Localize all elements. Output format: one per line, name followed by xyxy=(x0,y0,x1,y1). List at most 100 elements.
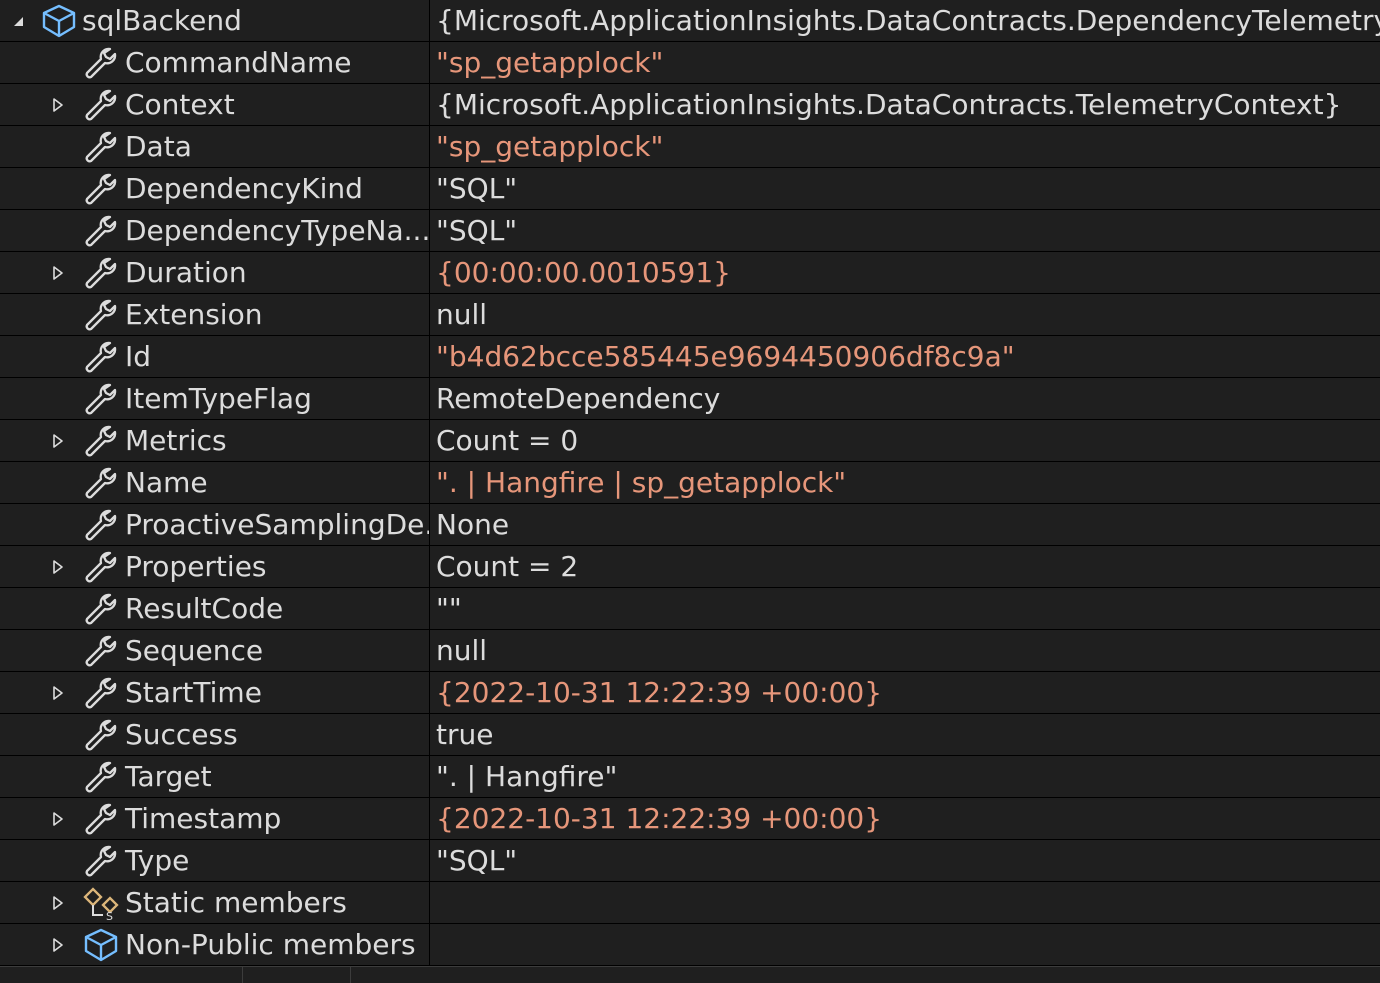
watch-row[interactable]: Extension null xyxy=(0,294,1380,336)
expand-arrow-icon[interactable] xyxy=(46,882,70,923)
variable-value[interactable]: null xyxy=(430,630,1380,671)
watch-row[interactable]: Context {Microsoft.ApplicationInsights.Da… xyxy=(0,84,1380,126)
variable-value[interactable]: None xyxy=(430,504,1380,545)
expand-arrow-icon[interactable] xyxy=(46,420,70,461)
name-cell: StartTime xyxy=(0,672,430,713)
variable-name: Target xyxy=(125,760,212,793)
expand-arrow-icon[interactable] xyxy=(46,798,70,839)
watch-window: sqlBackend {Microsoft.ApplicationInsight… xyxy=(0,0,1380,966)
watch-row[interactable]: DependencyTypeNa... "SQL" xyxy=(0,210,1380,252)
watch-row[interactable]: S Static members xyxy=(0,882,1380,924)
variable-name: Non-Public members xyxy=(125,928,416,961)
variable-value[interactable]: RemoteDependency xyxy=(430,378,1380,419)
variable-name: DependencyKind xyxy=(125,172,363,205)
name-cell: S Static members xyxy=(0,882,430,923)
wrench-property-icon xyxy=(82,255,120,291)
watch-row[interactable]: DependencyKind "SQL" xyxy=(0,168,1380,210)
variable-value[interactable]: ". | Hangfire" xyxy=(430,756,1380,797)
variable-value[interactable]: Count = 0 xyxy=(430,420,1380,461)
variable-name: ResultCode xyxy=(125,592,284,625)
watch-row[interactable]: Name ". | Hangfire | sp_getapplock" xyxy=(0,462,1380,504)
variable-value[interactable]: {Microsoft.ApplicationInsights.DataContr… xyxy=(430,84,1380,125)
watch-row[interactable]: Timestamp {2022-10-31 12:22:39 +00:00} xyxy=(0,798,1380,840)
name-cell: Success xyxy=(0,714,430,755)
wrench-property-icon xyxy=(82,549,120,585)
variable-name: Context xyxy=(125,88,235,121)
variable-value[interactable]: Count = 2 xyxy=(430,546,1380,587)
watch-row[interactable]: ResultCode "" xyxy=(0,588,1380,630)
watch-row[interactable]: CommandName "sp_getapplock" xyxy=(0,42,1380,84)
wrench-property-icon xyxy=(82,843,120,879)
variable-value[interactable] xyxy=(430,924,1380,965)
variable-value[interactable]: ". | Hangfire | sp_getapplock" xyxy=(430,462,1380,503)
watch-row[interactable]: Id "b4d62bcce585445e9694450906df8c9a" xyxy=(0,336,1380,378)
expand-arrow-icon[interactable] xyxy=(46,672,70,713)
expand-arrow-icon[interactable] xyxy=(46,84,70,125)
variable-value[interactable]: {00:00:00.0010591} xyxy=(430,252,1380,293)
wrench-property-icon xyxy=(82,45,120,81)
variable-name: sqlBackend xyxy=(82,4,242,37)
wrench-property-icon xyxy=(82,465,120,501)
wrench-property-icon xyxy=(82,675,120,711)
expand-arrow-icon[interactable] xyxy=(46,924,70,965)
watch-row-root[interactable]: sqlBackend {Microsoft.ApplicationInsight… xyxy=(0,0,1380,42)
watch-row[interactable]: Properties Count = 2 xyxy=(0,546,1380,588)
name-cell: Context xyxy=(0,84,430,125)
wrench-property-icon xyxy=(82,507,120,543)
name-cell: Sequence xyxy=(0,630,430,671)
watch-row[interactable]: Data "sp_getapplock" xyxy=(0,126,1380,168)
variable-name: Static members xyxy=(125,886,347,919)
tab-divider xyxy=(350,967,351,983)
wrench-property-icon xyxy=(82,717,120,753)
name-cell: Duration xyxy=(0,252,430,293)
variable-name: Metrics xyxy=(125,424,227,457)
wrench-property-icon xyxy=(82,297,120,333)
variable-value[interactable]: "sp_getapplock" xyxy=(430,42,1380,83)
watch-row[interactable]: Duration {00:00:00.0010591} xyxy=(0,252,1380,294)
variable-value[interactable]: true xyxy=(430,714,1380,755)
variable-name: ItemTypeFlag xyxy=(125,382,312,415)
variable-name: StartTime xyxy=(125,676,262,709)
variable-value[interactable]: "sp_getapplock" xyxy=(430,126,1380,167)
variable-value[interactable]: "SQL" xyxy=(430,840,1380,881)
name-cell: DependencyKind xyxy=(0,168,430,209)
watch-row[interactable]: Sequence null xyxy=(0,630,1380,672)
expand-arrow-icon[interactable] xyxy=(46,546,70,587)
expand-arrow-icon[interactable] xyxy=(46,252,70,293)
name-cell: CommandName xyxy=(0,42,430,83)
variable-value[interactable]: "b4d62bcce585445e9694450906df8c9a" xyxy=(430,336,1380,377)
name-cell: Data xyxy=(0,126,430,167)
watch-row[interactable]: Non-Public members xyxy=(0,924,1380,966)
variable-value[interactable]: null xyxy=(430,294,1380,335)
wrench-property-icon xyxy=(82,171,120,207)
name-cell: Extension xyxy=(0,294,430,335)
watch-row[interactable]: StartTime {2022-10-31 12:22:39 +00:00} xyxy=(0,672,1380,714)
variable-name: CommandName xyxy=(125,46,352,79)
variable-name: Properties xyxy=(125,550,267,583)
variable-value[interactable]: "" xyxy=(430,588,1380,629)
name-cell: DependencyTypeNa... xyxy=(0,210,430,251)
watch-row[interactable]: Type "SQL" xyxy=(0,840,1380,882)
variable-value[interactable]: {2022-10-31 12:22:39 +00:00} xyxy=(430,798,1380,839)
watch-row[interactable]: ItemTypeFlag RemoteDependency xyxy=(0,378,1380,420)
name-cell: Properties xyxy=(0,546,430,587)
name-cell: Name xyxy=(0,462,430,503)
wrench-property-icon xyxy=(82,129,120,165)
static-members-icon: S xyxy=(82,885,120,923)
variable-value[interactable]: "SQL" xyxy=(430,168,1380,209)
watch-row[interactable]: ProactiveSamplingDe... None xyxy=(0,504,1380,546)
variable-value[interactable]: "SQL" xyxy=(430,210,1380,251)
name-cell: ItemTypeFlag xyxy=(0,378,430,419)
variable-value[interactable] xyxy=(430,882,1380,923)
name-cell: Type xyxy=(0,840,430,881)
watch-row[interactable]: Target ". | Hangfire" xyxy=(0,756,1380,798)
variable-name: DependencyTypeNa... xyxy=(125,214,430,247)
variable-value[interactable]: {2022-10-31 12:22:39 +00:00} xyxy=(430,672,1380,713)
collapse-arrow-icon[interactable] xyxy=(6,0,30,41)
wrench-property-icon xyxy=(82,801,120,837)
name-cell: sqlBackend xyxy=(0,0,430,41)
watch-row[interactable]: Success true xyxy=(0,714,1380,756)
wrench-property-icon xyxy=(82,591,120,627)
watch-row[interactable]: Metrics Count = 0 xyxy=(0,420,1380,462)
variable-value[interactable]: {Microsoft.ApplicationInsights.DataContr… xyxy=(430,0,1380,41)
